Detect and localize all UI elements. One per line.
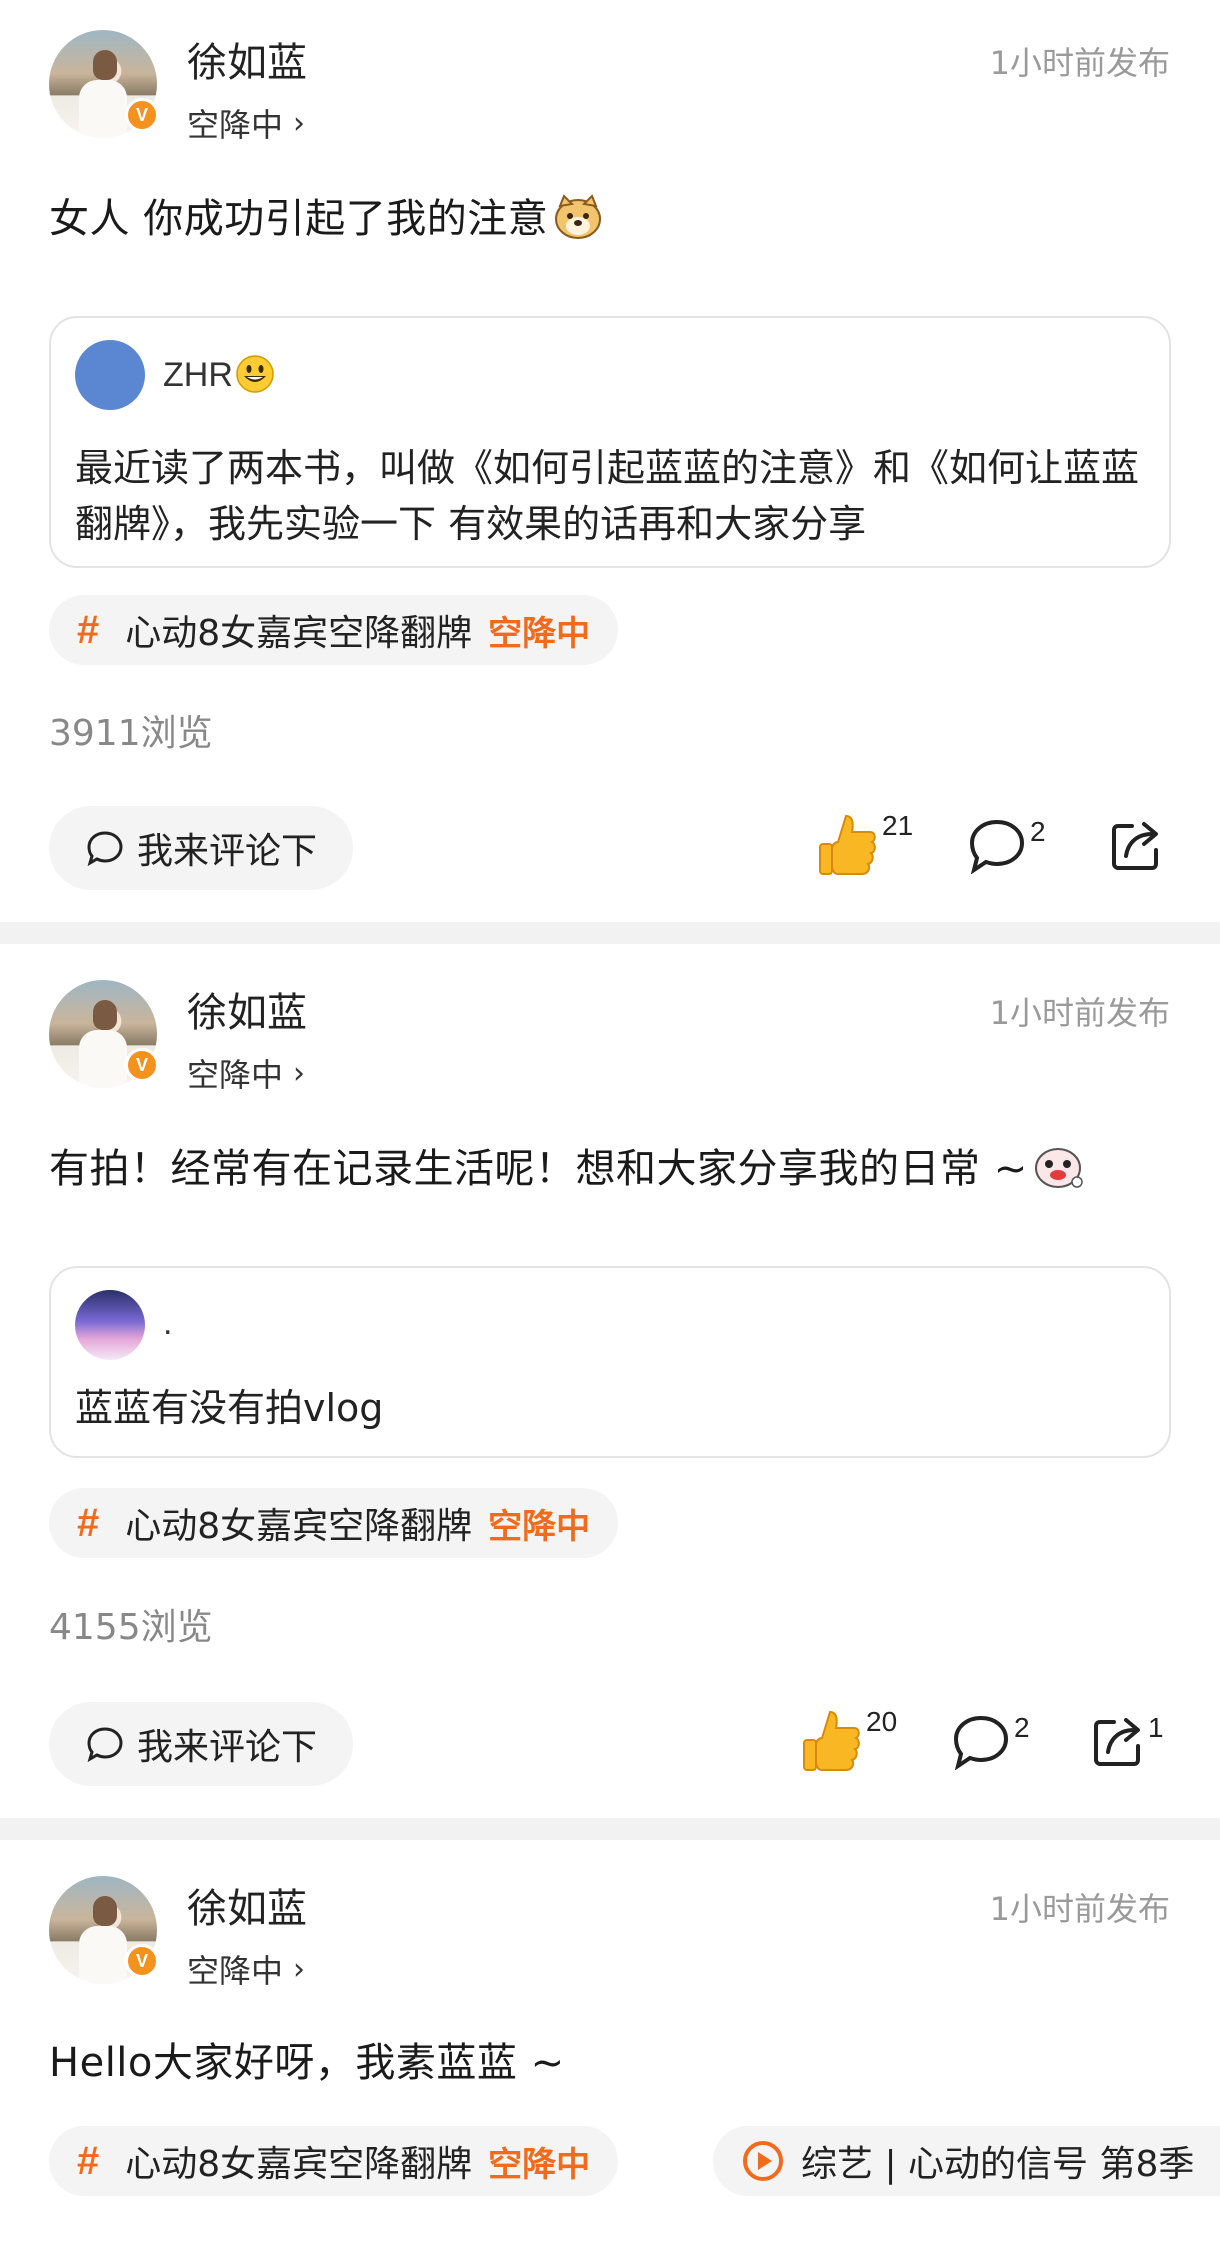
comment-bubble-icon: [969, 819, 1025, 874]
topic-tag[interactable]: # 心动8女嘉宾空降翻牌 空降中: [49, 595, 619, 665]
topic-status: 空降中: [488, 2144, 591, 2185]
post-time: 1小时前发布: [989, 994, 1170, 1032]
comment-button[interactable]: 2: [952, 1712, 1030, 1770]
author-avatar[interactable]: V: [49, 1876, 159, 1984]
status-label: 空降中: [187, 1952, 284, 1990]
like-count: 20: [866, 1706, 898, 1737]
post-card: V 徐如蓝 空降中 › 1小时前发布 女人 你成功引起了我的注意 ZHR 最近读…: [0, 0, 1220, 918]
post-separator: [0, 922, 1220, 944]
verified-badge-icon: V: [125, 1048, 159, 1082]
quoted-comment-text: 最近读了两本书，叫做《如何引起蓝蓝的注意》和《如何让蓝蓝翻牌》，我先实验一下 有…: [75, 446, 1140, 546]
topic-tag[interactable]: # 心动8女嘉宾空降翻牌 空降中: [49, 2126, 619, 2196]
share-button[interactable]: 1: [1092, 1712, 1164, 1768]
post-text: 女人 你成功引起了我的注意: [49, 196, 549, 242]
quoted-comment-card[interactable]: ZHR 最近读了两本书，叫做《如何引起蓝蓝的注意》和《如何让蓝蓝翻牌》，我先实验…: [49, 316, 1171, 568]
comment-bubble-icon: [87, 1727, 123, 1763]
comment-count: 2: [1014, 1712, 1030, 1743]
verified-badge-icon: V: [125, 98, 159, 132]
hashtag-icon: #: [77, 607, 100, 652]
topic-name: 心动8女嘉宾空降翻牌: [125, 1506, 473, 1547]
hashtag-icon: #: [77, 2138, 100, 2183]
quoted-comment-card[interactable]: . 蓝蓝有没有拍vlog: [49, 1266, 1171, 1458]
verified-badge-icon: V: [125, 1944, 159, 1978]
write-comment-button[interactable]: 我来评论下: [49, 1702, 353, 1786]
post-content: 有拍！经常有在记录生活呢！想和大家分享我的日常 ~: [49, 1136, 1084, 1194]
author-name[interactable]: 徐如蓝: [187, 980, 307, 1038]
view-count: 4155浏览: [49, 1607, 213, 1648]
comment-bubble-icon: [87, 831, 123, 867]
share-count: 1: [1148, 1712, 1164, 1743]
write-comment-button[interactable]: 我来评论下: [49, 806, 353, 890]
write-comment-label: 我来评论下: [137, 831, 318, 872]
post-card: V 徐如蓝 空降中 › 1小时前发布 有拍！经常有在记录生活呢！想和大家分享我的…: [0, 944, 1220, 1814]
author-status-link[interactable]: 空降中 ›: [187, 100, 305, 146]
quoted-user-name: ZHR: [163, 354, 275, 395]
author-status-link[interactable]: 空降中 ›: [187, 1946, 305, 1992]
topic-status: 空降中: [488, 1506, 591, 1547]
like-count: 21: [882, 810, 914, 841]
author-name[interactable]: 徐如蓝: [187, 1876, 307, 1934]
author-name[interactable]: 徐如蓝: [187, 30, 307, 88]
post-separator: [0, 1818, 1220, 1840]
share-button[interactable]: [1110, 818, 1162, 872]
topic-name: 心动8女嘉宾空降翻牌: [125, 2144, 473, 2185]
show-tag[interactable]: 综艺 | 心动的信号 第8季: [713, 2126, 1220, 2196]
quoted-user-avatar: [75, 340, 145, 410]
topic-name: 心动8女嘉宾空降翻牌: [125, 613, 473, 654]
author-status-link[interactable]: 空降中 ›: [187, 1050, 305, 1096]
chevron-right-icon: ›: [293, 105, 306, 141]
smiley-emoji-icon: [236, 355, 274, 393]
hashtag-icon: #: [77, 1500, 100, 1545]
play-circle-icon: [743, 2141, 783, 2181]
post-card: V 徐如蓝 空降中 › 1小时前发布 Hello大家好呀，我素蓝蓝 ~ # 心动…: [0, 1840, 1220, 2241]
thumbs-up-icon: [803, 1710, 860, 1771]
share-icon: [1112, 822, 1158, 870]
comment-button[interactable]: 2: [968, 816, 1046, 874]
topic-tag[interactable]: # 心动8女嘉宾空降翻牌 空降中: [49, 1488, 619, 1558]
status-label: 空降中: [187, 106, 284, 144]
author-avatar[interactable]: V: [49, 980, 159, 1088]
post-time: 1小时前发布: [989, 44, 1170, 82]
doge-emoji-icon: [555, 194, 602, 239]
post-content: Hello大家好呀，我素蓝蓝 ~: [49, 2040, 565, 2086]
chevron-right-icon: ›: [293, 1055, 306, 1091]
thumbs-up-icon: [819, 814, 876, 875]
topic-status: 空降中: [488, 613, 591, 654]
post-text: 有拍！经常有在记录生活呢！想和大家分享我的日常 ~: [49, 1146, 1028, 1192]
like-button[interactable]: 21: [816, 810, 914, 880]
quoted-comment-text: 蓝蓝有没有拍vlog: [75, 1386, 384, 1430]
like-button[interactable]: 20: [800, 1706, 898, 1776]
post-time: 1小时前发布: [989, 1890, 1170, 1928]
quoted-user-avatar: [75, 1290, 145, 1360]
share-icon: [1094, 1718, 1140, 1766]
status-label: 空降中: [187, 1056, 284, 1094]
write-comment-label: 我来评论下: [137, 1727, 318, 1768]
chevron-right-icon: ›: [293, 1951, 306, 1987]
comment-bubble-icon: [953, 1715, 1009, 1770]
author-avatar[interactable]: V: [49, 30, 159, 138]
quoted-user-name: .: [163, 1304, 173, 1342]
post-content: 女人 你成功引起了我的注意: [49, 186, 604, 244]
surprised-emoji-icon: [1034, 1148, 1083, 1188]
show-name: 综艺 | 心动的信号 第8季: [801, 2144, 1195, 2185]
comment-count: 2: [1030, 816, 1046, 847]
view-count: 3911浏览: [49, 713, 213, 754]
